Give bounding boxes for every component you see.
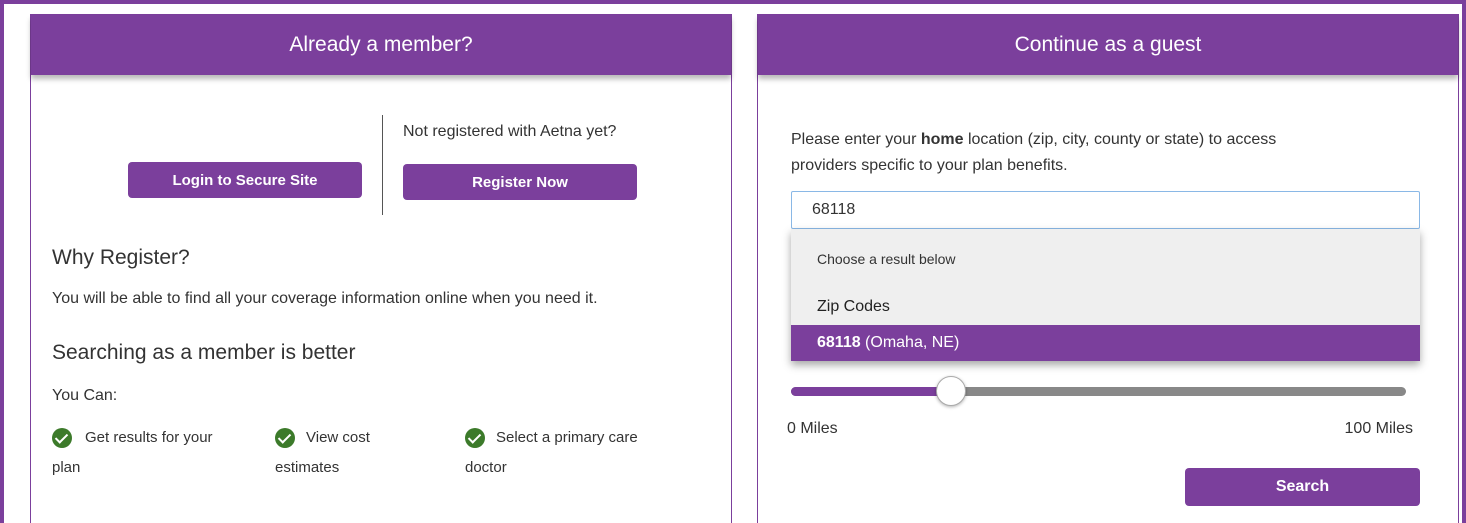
feature-line: doctor: [465, 459, 507, 476]
login-button[interactable]: Login to Secure Site: [128, 162, 362, 198]
member-panel-header: Already a member?: [31, 15, 731, 75]
why-register-heading: Why Register?: [52, 246, 190, 269]
guest-panel: Continue as a guest Please enter your ho…: [757, 14, 1459, 523]
feature-get-results-cont: plan: [52, 455, 80, 480]
dropdown-result-item[interactable]: 68118 (Omaha, NE): [791, 325, 1420, 361]
distance-slider-track[interactable]: [791, 387, 1406, 396]
register-button[interactable]: Register Now: [403, 164, 637, 200]
slider-max-label: 100 Miles: [1344, 420, 1413, 437]
member-panel: Already a member? Login to Secure Site N…: [30, 14, 732, 523]
feature-line: View cost: [306, 429, 370, 446]
location-input[interactable]: [791, 191, 1420, 229]
instruction-bold: home: [920, 131, 964, 148]
page-frame: Already a member? Login to Secure Site N…: [0, 0, 1466, 523]
instruction-text: Please enter your: [791, 131, 921, 148]
location-instruction: Please enter your home location (zip, ci…: [791, 131, 1276, 149]
distance-slider-thumb[interactable]: [935, 376, 966, 406]
why-register-text: You will be able to find all your covera…: [52, 290, 598, 307]
feature-line: Select a primary care: [496, 429, 638, 446]
search-button[interactable]: Search: [1185, 468, 1420, 506]
check-circle-icon: [52, 428, 72, 448]
searching-heading: Searching as a member is better: [52, 341, 356, 364]
check-circle-icon: [465, 428, 485, 448]
slider-min-label: 0 Miles: [787, 420, 838, 437]
feature-line: estimates: [275, 459, 340, 476]
feature-line: plan: [52, 459, 81, 476]
feature-line: Get results for your: [85, 429, 213, 446]
dropdown-group-label: Zip Codes: [817, 298, 890, 315]
dropdown-hint: Choose a result below: [817, 251, 956, 267]
feature-primary-care: Select a primary care: [496, 425, 638, 450]
not-registered-text: Not registered with Aetna yet?: [403, 123, 617, 140]
check-circle-icon: [275, 428, 295, 448]
distance-slider-fill: [791, 387, 951, 396]
feature-get-results: Get results for your: [85, 425, 213, 450]
location-instruction-line2: providers specific to your plan benefits…: [791, 157, 1068, 174]
you-can-label: You Can:: [52, 387, 118, 404]
feature-view-cost-cont: estimates: [275, 455, 339, 480]
result-place: (Omaha, NE): [860, 334, 960, 351]
feature-view-cost: View cost: [306, 425, 370, 450]
feature-primary-care-cont: doctor: [465, 455, 507, 480]
instruction-text: location (zip, city, county or state) to…: [963, 131, 1277, 148]
guest-panel-header: Continue as a guest: [758, 15, 1458, 75]
result-zip: 68118: [817, 334, 861, 351]
autocomplete-dropdown: Choose a result below Zip Codes 68118 (O…: [791, 229, 1420, 361]
vertical-divider: [382, 115, 383, 215]
